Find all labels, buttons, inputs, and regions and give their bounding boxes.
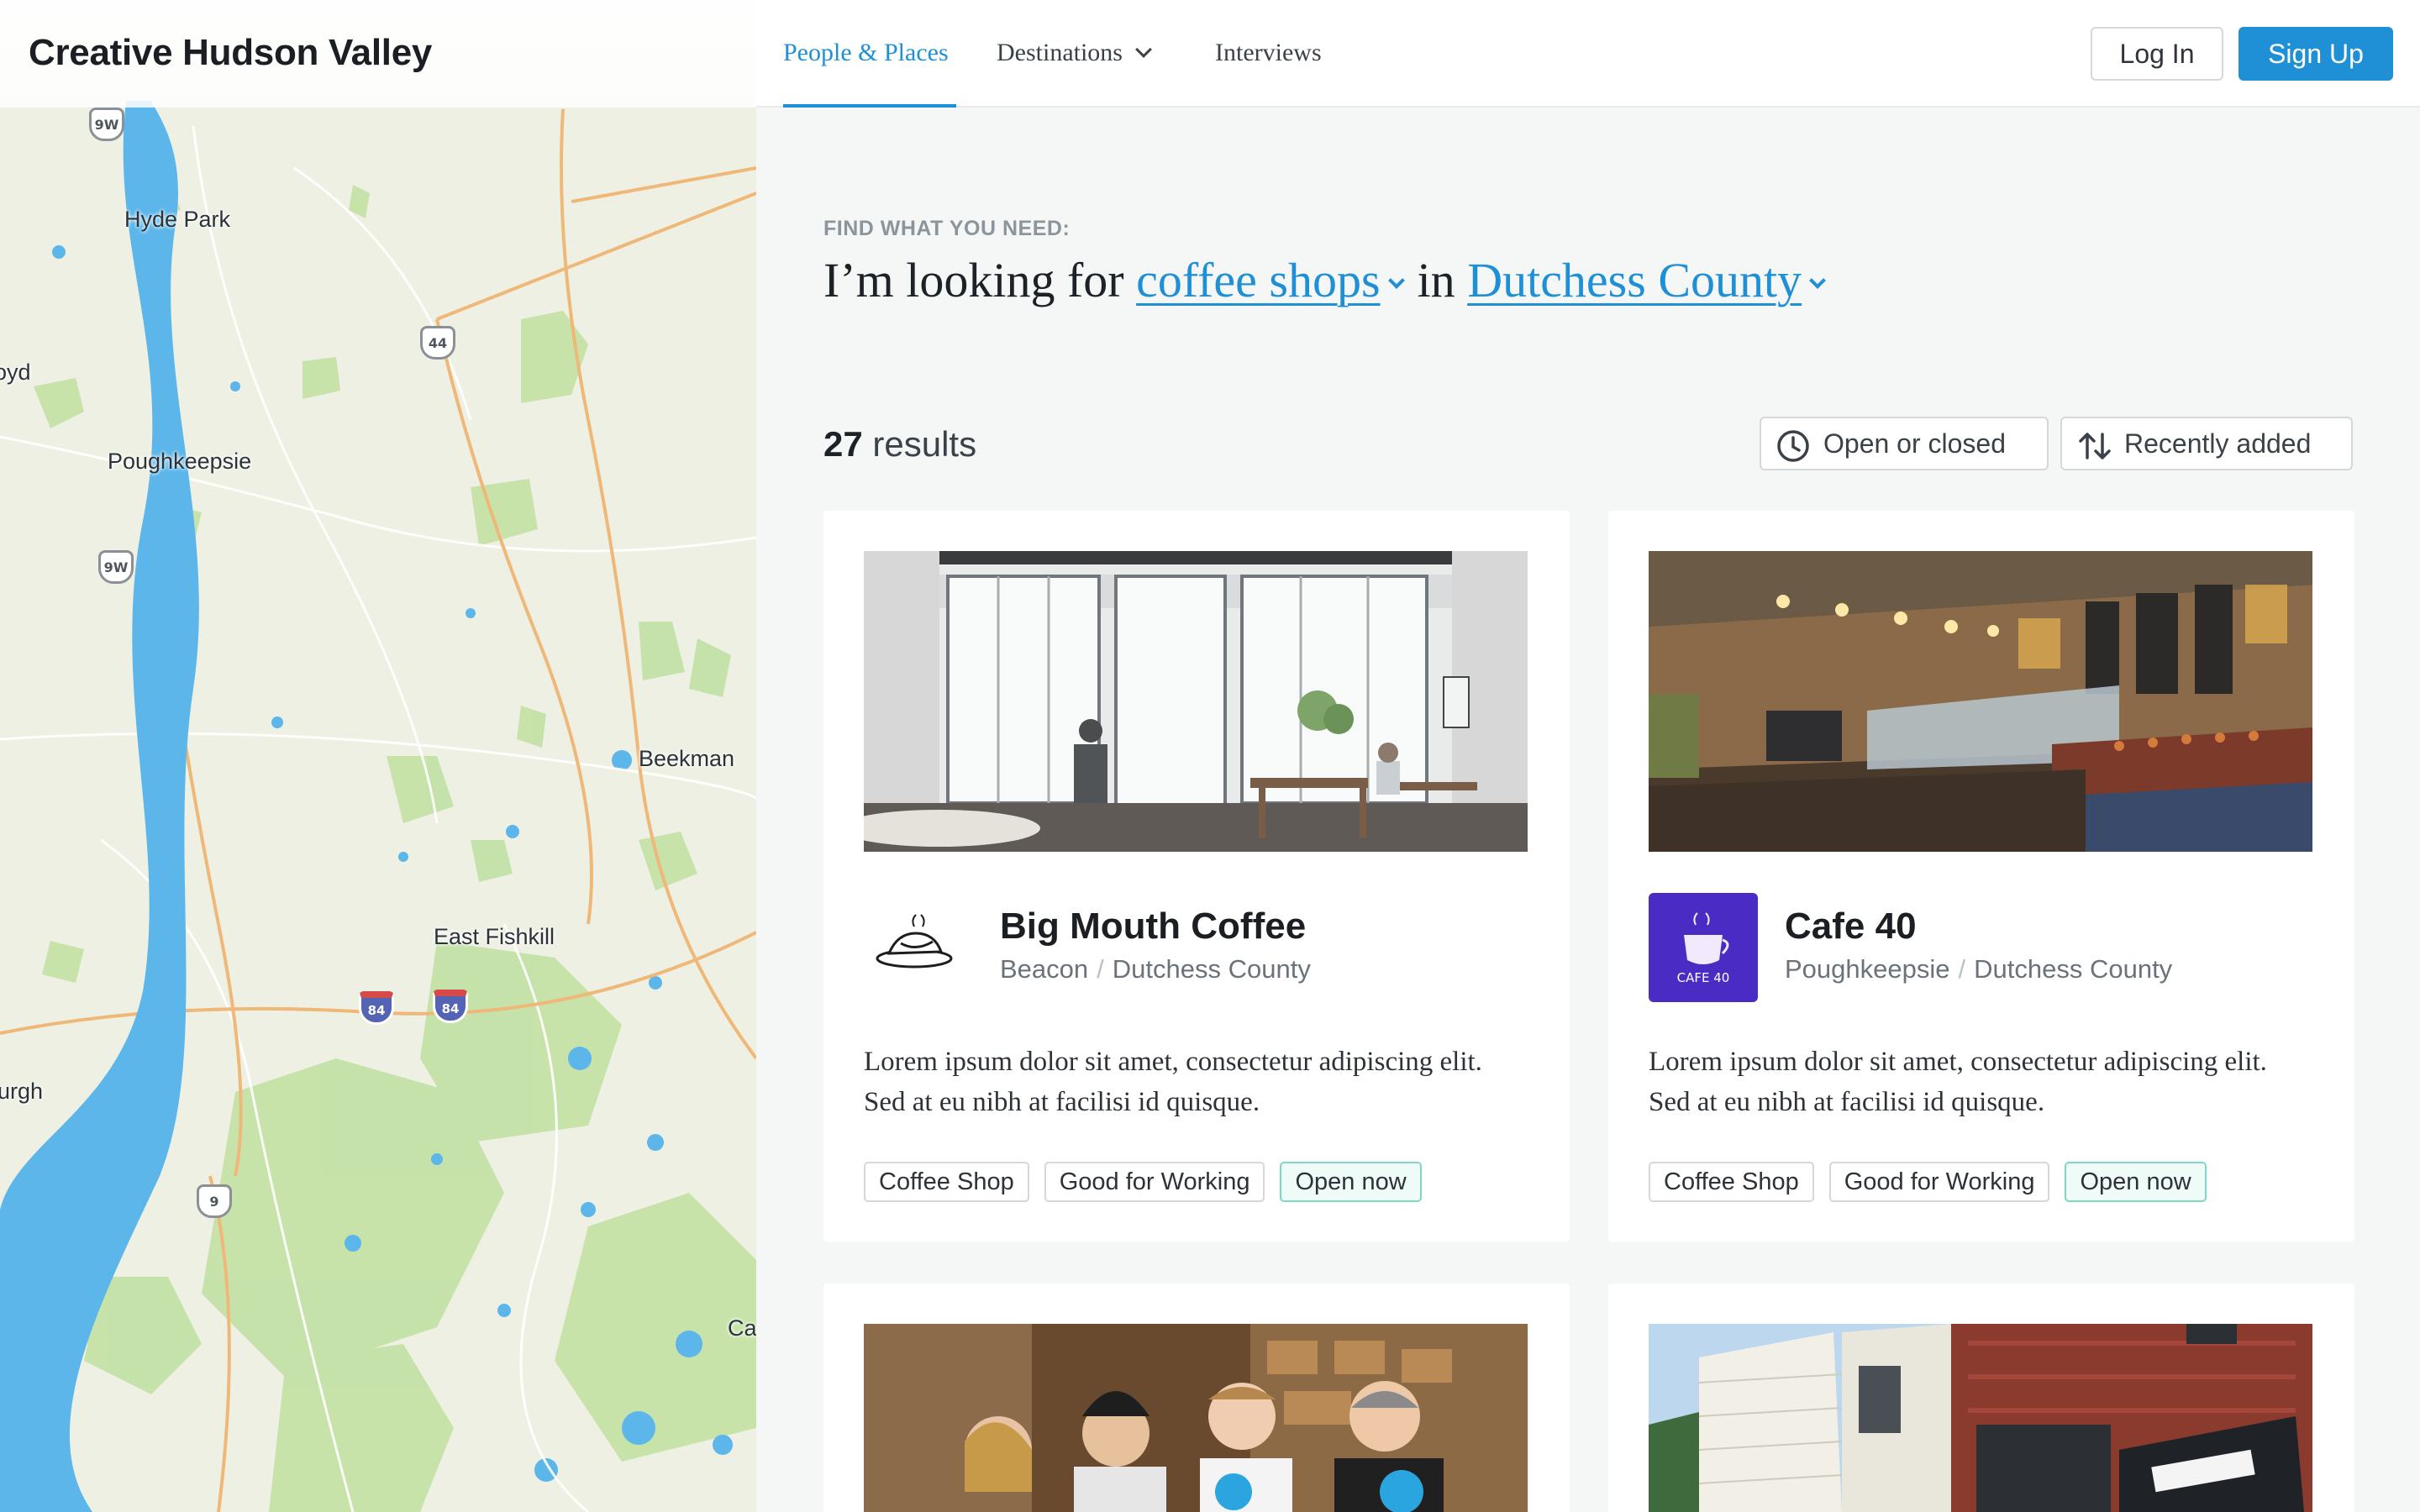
- sort-arrows-icon: [2079, 433, 2111, 459]
- tag-good-for-working[interactable]: Good for Working: [1828, 1162, 2050, 1202]
- search-eyebrow: FIND WHAT YOU NEED:: [823, 217, 1071, 240]
- place-location: Beacon / Dutchess County: [1000, 954, 1311, 984]
- place-card-3[interactable]: [823, 1284, 1570, 1512]
- tag-coffee-shop[interactable]: Coffee Shop: [864, 1162, 1029, 1202]
- tag-coffee-shop[interactable]: Coffee Shop: [1649, 1162, 1814, 1202]
- chevron-down-icon[interactable]: [1387, 272, 1405, 289]
- sort-button[interactable]: Recently added: [2060, 417, 2353, 470]
- place-county: Dutchess County: [1112, 954, 1311, 984]
- nav-active-indicator: [783, 104, 956, 108]
- nav-destinations-label: Destinations: [997, 39, 1123, 66]
- place-logo: [864, 893, 973, 1002]
- chevron-down-icon: [1135, 41, 1152, 58]
- place-description: Lorem ipsum dolor sit amet, consectetur …: [864, 1047, 1482, 1117]
- map-label-partial: Ca: [728, 1315, 756, 1341]
- place-name[interactable]: Big Mouth Coffee: [1000, 906, 1306, 948]
- nav-people-places[interactable]: People & Places: [783, 39, 949, 67]
- map-label-newburgh: Newburgh: [0, 1079, 44, 1104]
- place-photo[interactable]: [1649, 1324, 2312, 1512]
- map-panel[interactable]: Creative Hudson Valley Hyde Park Lloyd P…: [0, 0, 756, 1512]
- signup-button[interactable]: Sign Up: [2238, 27, 2393, 81]
- open-closed-filter-button[interactable]: Open or closed: [1760, 417, 2049, 470]
- place-logo: CAFE 40: [1649, 893, 1758, 1002]
- place-card-cafe-40[interactable]: CAFE 40 Cafe 40 Poughkeepsie / Dutchess Co…: [1608, 511, 2354, 1242]
- results-label: results: [872, 424, 977, 464]
- tag-good-for-working[interactable]: Good for Working: [1044, 1162, 1265, 1202]
- location-dropdown[interactable]: Dutchess County: [1467, 253, 1802, 307]
- place-card-4[interactable]: [1608, 1284, 2354, 1512]
- place-town: Beacon: [1000, 954, 1089, 984]
- route-shield-44: 44: [420, 326, 455, 360]
- route-shield-9w-north: 9W: [89, 108, 124, 141]
- place-location: Poughkeepsie / Dutchess County: [1785, 954, 2172, 984]
- map-label-poughkeepsie: Poughkeepsie: [108, 449, 252, 474]
- category-dropdown[interactable]: coffee shops: [1136, 253, 1380, 307]
- route-shield-9w-south: 9W: [98, 550, 134, 584]
- place-photo[interactable]: [1649, 551, 2312, 852]
- chevron-down-icon[interactable]: [1809, 272, 1827, 289]
- interstate-shield-84-west: 84: [359, 991, 394, 1025]
- tag-open-now[interactable]: Open now: [2065, 1162, 2207, 1202]
- place-county: Dutchess County: [1974, 954, 2173, 984]
- location-separator: /: [1097, 954, 1104, 984]
- clock-icon: [1777, 430, 1809, 462]
- search-connector: in: [1417, 253, 1455, 307]
- nav-destinations[interactable]: Destinations: [997, 39, 1152, 67]
- place-photo[interactable]: [864, 1324, 1528, 1512]
- route-shield-9: 9: [197, 1184, 232, 1218]
- place-tags: Coffee Shop Good for Working Open now: [864, 1162, 1422, 1202]
- interstate-shield-84-east: 84: [433, 990, 468, 1023]
- nav-interviews[interactable]: Interviews: [1215, 39, 1322, 67]
- search-prefix: I’m looking for: [823, 253, 1124, 307]
- sort-label: Recently added: [2124, 428, 2312, 459]
- results-number: 27: [823, 424, 863, 464]
- map-label-hyde-park: Hyde Park: [124, 207, 231, 232]
- search-sentence: I’m looking for coffee shops in Dutchess …: [823, 252, 1839, 308]
- brand-bar: Creative Hudson Valley: [0, 0, 756, 108]
- place-photo[interactable]: [864, 551, 1528, 852]
- top-nav: People & Places Destinations Interviews …: [756, 0, 2420, 108]
- location-separator: /: [1958, 954, 1966, 984]
- place-name[interactable]: Cafe 40: [1785, 906, 1917, 948]
- map-label-lloyd: Lloyd: [0, 360, 31, 385]
- place-town: Poughkeepsie: [1785, 954, 1950, 984]
- site-title[interactable]: Creative Hudson Valley: [29, 32, 432, 74]
- results-count: 27 results: [823, 424, 976, 465]
- logo-text: CAFE 40: [1677, 970, 1730, 985]
- map-label-east-fishkill: East Fishkill: [434, 924, 555, 949]
- map-label-beekman: Beekman: [639, 746, 735, 771]
- login-button[interactable]: Log In: [2091, 27, 2223, 81]
- tag-open-now[interactable]: Open now: [1280, 1162, 1422, 1202]
- open-closed-label: Open or closed: [1823, 428, 2007, 459]
- place-tags: Coffee Shop Good for Working Open now: [1649, 1162, 2207, 1202]
- place-description: Lorem ipsum dolor sit amet, consectetur …: [1649, 1047, 2267, 1117]
- place-card-big-mouth-coffee[interactable]: Big Mouth Coffee Beacon / Dutchess County …: [823, 511, 1570, 1242]
